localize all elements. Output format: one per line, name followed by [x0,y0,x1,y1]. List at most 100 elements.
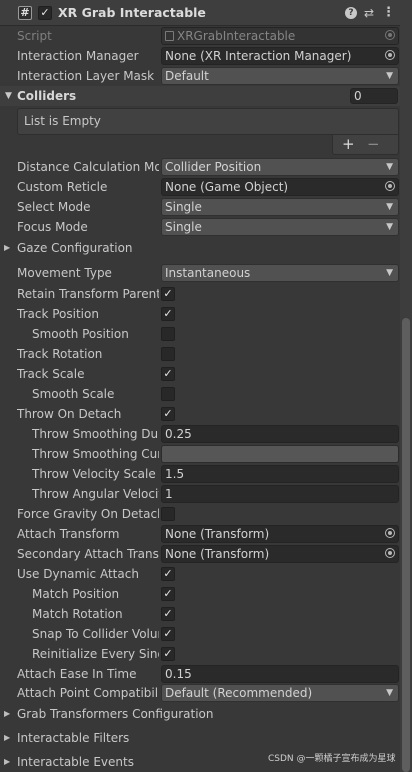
select-mode-value: Single [165,200,202,214]
add-element-button[interactable]: + [342,135,355,153]
movement-type-value: Instantaneous [165,266,251,280]
track-rotation-row: Track Rotation [0,344,400,364]
custom-reticle-label: Custom Reticle [17,180,108,194]
smooth-scale-checkbox[interactable] [161,387,175,401]
attach-transform-label: Attach Transform [17,527,120,541]
attach-point-compat-row: Attach Point Compatibility Mode Default … [0,683,400,703]
attach-ease-in-time-row: Attach Ease In Time 0.15 [0,664,400,684]
grab-transformers-config-foldout[interactable]: ▶ Grab Transformers Configuration [0,704,400,724]
focus-mode-dropdown[interactable]: Single ▼ [161,218,399,236]
smooth-scale-label: Smooth Scale [32,387,115,401]
context-menu-icon[interactable]: ⋮ [382,4,395,22]
dropdown-arrow-icon: ▼ [386,162,393,172]
foldout-closed-icon[interactable]: ▶ [4,728,14,748]
object-picker-icon[interactable] [385,181,395,191]
distance-calc-dropdown[interactable]: Collider Position ▼ [161,158,399,176]
object-picker-icon[interactable] [385,50,395,60]
throw-on-detach-checkbox[interactable]: ✓ [161,407,175,421]
interaction-manager-row: Interaction Manager None (XR Interaction… [0,46,400,66]
list-empty-text: List is Empty [24,114,101,128]
interaction-manager-value: None (XR Interaction Manager) [165,49,352,63]
use-dynamic-attach-label: Use Dynamic Attach [17,567,139,581]
secondary-attach-transform-field[interactable]: None (Transform) [161,545,399,563]
track-rotation-checkbox[interactable] [161,347,175,361]
smooth-position-row: Smooth Position [0,324,400,344]
throw-smoothing-duration-input[interactable]: 0.25 [161,425,399,443]
colliders-label: Colliders [17,89,77,103]
focus-mode-value: Single [165,220,202,234]
use-dynamic-attach-checkbox[interactable]: ✓ [161,567,175,581]
object-picker-icon[interactable] [385,548,395,558]
force-gravity-on-detach-label: Force Gravity On Detach [17,507,159,521]
match-rotation-label: Match Rotation [32,607,123,621]
attach-ease-in-time-input[interactable]: 0.15 [161,665,399,683]
retain-transform-parent-row: Retain Transform Parent ✓ [0,284,400,304]
foldout-closed-icon[interactable]: ▶ [4,704,14,724]
reinitialize-every-single-grab-label: Reinitialize Every Single Grab [32,647,159,661]
distance-calc-row: Distance Calculation Mode Collider Posit… [0,157,400,177]
watermark-text: CSDN @一颗橘子宣布成为星球 [268,754,396,764]
match-rotation-checkbox[interactable]: ✓ [161,607,175,621]
select-mode-dropdown[interactable]: Single ▼ [161,198,399,216]
interactable-filters-foldout[interactable]: ▶ Interactable Filters [0,728,400,748]
foldout-closed-icon[interactable]: ▶ [4,238,14,258]
force-gravity-on-detach-checkbox[interactable] [161,507,175,521]
throw-on-detach-row: Throw On Detach ✓ [0,404,400,424]
track-position-label: Track Position [17,307,99,321]
use-dynamic-attach-row: Use Dynamic Attach ✓ [0,564,400,584]
throw-smoothing-duration-row: Throw Smoothing Duration 0.25 [0,424,400,444]
colliders-count-field[interactable]: 0 [350,88,398,104]
attach-transform-field[interactable]: None (Transform) [161,525,399,543]
dropdown-arrow-icon: ▼ [386,688,393,698]
attach-ease-in-time-label: Attach Ease In Time [17,667,137,681]
interaction-manager-field[interactable]: None (XR Interaction Manager) [161,47,399,65]
dropdown-arrow-icon: ▼ [386,222,393,232]
throw-angular-velocity-scale-input[interactable]: 1 [161,485,399,503]
script-value: XRGrabInteractable [177,29,296,43]
scrollbar-thumb[interactable] [402,318,410,772]
smooth-position-checkbox[interactable] [161,327,175,341]
colliders-header[interactable]: ▼ Colliders 0 [0,86,400,106]
match-position-checkbox[interactable]: ✓ [161,587,175,601]
gaze-config-label: Gaze Configuration [17,241,133,255]
reinitialize-every-single-grab-checkbox[interactable]: ✓ [161,647,175,661]
object-picker-icon[interactable] [385,528,395,538]
snap-to-collider-volume-checkbox[interactable]: ✓ [161,627,175,641]
snap-to-collider-volume-label: Snap To Collider Volume [32,627,159,641]
smooth-scale-row: Smooth Scale [0,384,400,404]
movement-type-label: Movement Type [17,266,112,280]
foldout-closed-icon[interactable]: ▶ [4,752,14,772]
component-title: XR Grab Interactable [58,5,206,20]
focus-mode-row: Focus Mode Single ▼ [0,217,400,237]
throw-angular-velocity-scale-row: Throw Angular Velocity Scale 1 [0,484,400,504]
movement-type-dropdown[interactable]: Instantaneous ▼ [161,264,399,282]
match-rotation-row: Match Rotation ✓ [0,604,400,624]
retain-transform-parent-checkbox[interactable]: ✓ [161,287,175,301]
foldout-open-icon[interactable]: ▼ [5,86,12,106]
gaze-config-foldout[interactable]: ▶ Gaze Configuration [0,238,400,258]
attach-point-compat-dropdown[interactable]: Default (Recommended) ▼ [161,684,399,702]
remove-element-button[interactable]: − [367,135,380,153]
list-footer: + − [332,135,399,155]
throw-smoothing-curve-label: Throw Smoothing Curve [32,447,159,461]
custom-reticle-field[interactable]: None (Game Object) [161,178,399,196]
smooth-position-label: Smooth Position [32,327,129,341]
movement-type-row: Movement Type Instantaneous ▼ [0,263,400,283]
dropdown-arrow-icon: ▼ [386,202,393,212]
interaction-layer-mask-dropdown[interactable]: Default ▼ [161,67,399,85]
track-scale-checkbox[interactable]: ✓ [161,367,175,381]
distance-calc-label: Distance Calculation Mode [17,160,159,174]
interaction-layer-mask-value: Default [165,69,209,83]
interactable-filters-label: Interactable Filters [17,731,130,745]
secondary-attach-transform-label: Secondary Attach Transform [17,547,159,561]
secondary-attach-transform-value: None (Transform) [165,547,270,561]
help-icon[interactable]: ? [345,7,357,19]
throw-velocity-scale-input[interactable]: 1.5 [161,465,399,483]
track-position-checkbox[interactable]: ✓ [161,307,175,321]
track-rotation-label: Track Rotation [17,347,103,361]
script-hash-icon: # [18,6,32,20]
preset-settings-icon[interactable]: ⇄ [362,4,376,22]
throw-smoothing-curve-field[interactable] [161,445,399,463]
component-enabled-checkbox[interactable]: ✓ [38,6,52,20]
throw-velocity-scale-row: Throw Velocity Scale 1.5 [0,464,400,484]
